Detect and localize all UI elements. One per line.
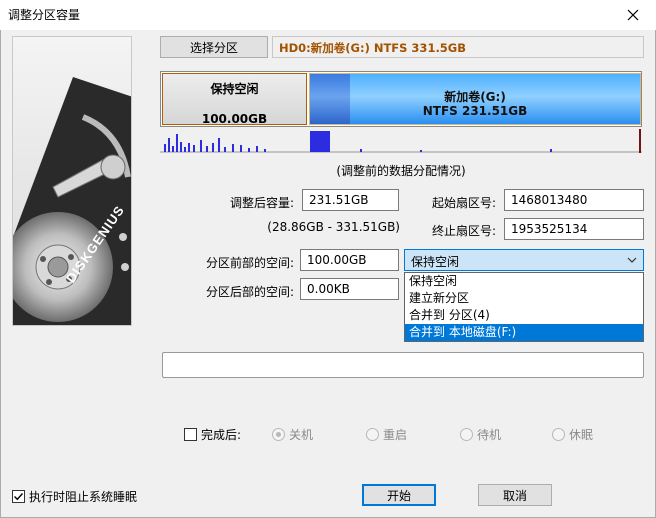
after-space-input[interactable]: 0.00KB <box>300 278 399 300</box>
distribution-tick <box>264 149 266 152</box>
distribution-tick <box>218 138 220 152</box>
distribution-tick <box>184 147 186 152</box>
checkbox-unchecked-icon <box>184 428 197 441</box>
distribution-tick <box>224 147 226 152</box>
checkbox-checked-icon <box>12 490 25 503</box>
radio-unselected-icon <box>366 428 379 441</box>
partition-layout-bar: 保持空闲 100.00GB 新加卷(G:) NTFS 231.51GB <box>160 71 642 127</box>
before-space-action-select[interactable]: 保持空闲 <box>404 249 644 271</box>
distribution-tick <box>232 144 234 152</box>
progress-bar <box>162 352 644 378</box>
select-partition-button[interactable]: 选择分区 <box>160 36 268 58</box>
window-title: 调整分区容量 <box>8 8 81 22</box>
volume-block[interactable]: 新加卷(G:) NTFS 231.51GB <box>309 73 641 125</box>
distribution-tick <box>212 143 214 152</box>
close-button[interactable] <box>610 0 656 30</box>
distribution-tick <box>168 138 170 152</box>
volume-detail: NTFS 231.51GB <box>422 104 528 118</box>
end-sector-input[interactable]: 1953525134 <box>504 218 644 240</box>
volume-title: 新加卷(G:) <box>444 90 506 104</box>
cancel-button-label: 取消 <box>502 488 527 503</box>
radio-standby-label: 待机 <box>477 428 502 442</box>
distribution-tick <box>240 145 242 152</box>
distribution-tick <box>248 148 250 152</box>
radio-shutdown[interactable]: 关机 <box>272 426 313 443</box>
before-space-action-value: 保持空闲 <box>411 255 460 269</box>
radio-selected-icon <box>272 428 285 441</box>
radio-hibernate-label: 休眠 <box>569 428 594 442</box>
close-icon <box>627 9 639 21</box>
radio-hibernate[interactable]: 休眠 <box>552 426 593 443</box>
radio-unselected-icon <box>552 428 565 441</box>
new-size-input[interactable]: 231.51GB <box>302 189 399 211</box>
dropdown-option-merge-partition-4[interactable]: 合并到 分区(4) <box>405 307 643 324</box>
before-space-action-dropdown: 保持空闲 建立新分区 合并到 分区(4) 合并到 本地磁盘(F:) <box>404 272 644 342</box>
prevent-sleep-label: 执行时阻止系统睡眠 <box>29 490 138 504</box>
start-sector-input[interactable]: 1468013480 <box>504 189 644 211</box>
dropdown-option-new-partition[interactable]: 建立新分区 <box>405 290 643 307</box>
radio-shutdown-label: 关机 <box>289 428 314 442</box>
chevron-down-icon <box>627 254 637 268</box>
cancel-button[interactable]: 取消 <box>478 484 552 506</box>
dropdown-option-merge-local-disk-f[interactable]: 合并到 本地磁盘(F:) <box>405 324 643 341</box>
free-space-size: 100.00GB <box>201 112 268 126</box>
start-button-label: 开始 <box>386 488 411 503</box>
distribution-tick <box>360 149 362 152</box>
distribution-tick <box>193 145 195 152</box>
start-button[interactable]: 开始 <box>362 484 436 506</box>
size-range-text: (28.86GB - 331.51GB) <box>267 220 400 234</box>
distribution-tick <box>420 150 422 152</box>
distribution-tick <box>200 140 202 152</box>
select-partition-label: 选择分区 <box>189 40 238 55</box>
prevent-sleep-checkbox[interactable]: 执行时阻止系统睡眠 <box>12 488 137 505</box>
distribution-tick <box>172 146 174 152</box>
disk-info: HD0:新加卷(G:) NTFS 331.5GB <box>272 36 644 58</box>
new-size-label: 调整后容量: <box>229 196 294 210</box>
completion-label: 完成后: <box>201 428 242 442</box>
free-space-block[interactable]: 保持空闲 100.00GB <box>162 73 307 126</box>
distribution-tick <box>256 146 258 152</box>
distribution-tick <box>176 134 178 152</box>
start-sector-label: 起始扇区号: <box>431 196 496 210</box>
distribution-tick <box>206 146 208 152</box>
free-space-title: 保持空闲 <box>210 82 259 96</box>
radio-unselected-icon <box>460 428 473 441</box>
distribution-tick <box>164 144 166 152</box>
data-distribution-graph <box>160 129 642 153</box>
distribution-tick <box>188 143 190 152</box>
completion-checkbox[interactable]: 完成后: <box>184 426 241 443</box>
data-distribution-bars <box>160 129 642 153</box>
before-space-input[interactable]: 100.00GB <box>300 249 399 271</box>
after-space-label: 分区后部的空间: <box>205 285 294 299</box>
title-bar: 调整分区容量 <box>0 0 656 30</box>
end-sector-label: 终止扇区号: <box>431 224 496 238</box>
brand-sidebar: DISKGENIUS <box>12 36 132 326</box>
radio-standby[interactable]: 待机 <box>460 426 501 443</box>
radio-restart[interactable]: 重启 <box>366 426 407 443</box>
distribution-caption: (调整前的数据分配情况) <box>336 164 466 178</box>
before-space-label: 分区前部的空间: <box>205 256 294 270</box>
radio-restart-label: 重启 <box>383 428 408 442</box>
distribution-tick <box>550 149 552 152</box>
dropdown-option-keep-free[interactable]: 保持空闲 <box>405 273 643 290</box>
distribution-tick <box>180 142 182 152</box>
